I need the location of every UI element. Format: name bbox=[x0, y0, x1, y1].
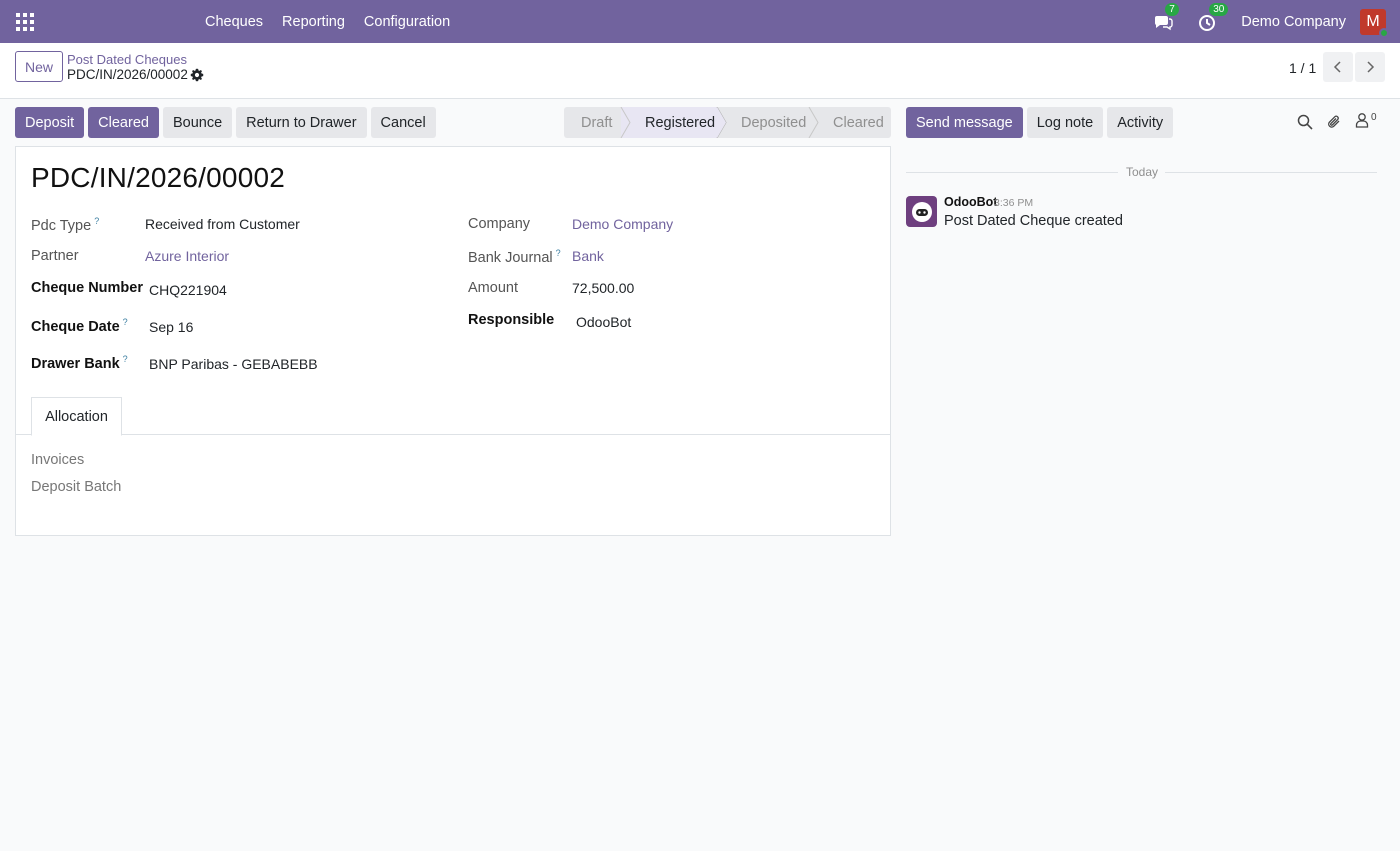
responsible-field[interactable]: OdooBot bbox=[576, 314, 631, 330]
activity-menu[interactable]: 30 bbox=[1197, 2, 1229, 32]
cheque-number-label: Cheque Number bbox=[31, 280, 143, 296]
cleared-button[interactable]: Cleared bbox=[88, 107, 159, 138]
avatar-letter: M bbox=[1366, 12, 1380, 30]
drawer-bank-field[interactable]: BNP Paribas - GEBABEBB bbox=[149, 356, 318, 372]
messaging-menu[interactable]: 7 bbox=[1153, 2, 1179, 32]
online-status-dot bbox=[1379, 27, 1389, 38]
send-message-button[interactable]: Send message bbox=[906, 107, 1023, 138]
pdc-type-field[interactable]: Received from Customer bbox=[145, 216, 300, 232]
status-arrows bbox=[620, 107, 819, 138]
responsible-label: Responsible bbox=[468, 312, 555, 328]
bounce-button[interactable]: Bounce bbox=[162, 107, 233, 138]
drawer-bank-label-text: Drawer Bank bbox=[31, 355, 120, 372]
menu-cheques[interactable]: Cheques bbox=[205, 14, 263, 30]
bank-journal-label: Bank Journal? bbox=[468, 248, 561, 266]
pdc-type-label-text: Pdc Type bbox=[31, 217, 92, 234]
chevron-right-icon bbox=[1367, 61, 1375, 73]
paperclip-icon[interactable] bbox=[1326, 114, 1342, 130]
robot-icon bbox=[911, 201, 932, 222]
amount-field[interactable]: 72,500.00 bbox=[572, 280, 634, 296]
menu-reporting[interactable]: Reporting bbox=[282, 14, 345, 30]
activity-button[interactable]: Activity bbox=[1107, 107, 1174, 138]
search-icon[interactable] bbox=[1297, 114, 1313, 130]
pager-previous-button[interactable] bbox=[1323, 52, 1353, 82]
breadcrumb-current-record: PDC/IN/2026/00002 bbox=[67, 67, 188, 82]
help-tooltip-icon[interactable]: ? bbox=[556, 248, 561, 258]
partner-field[interactable]: Azure Interior bbox=[145, 248, 229, 264]
invoices-label: Invoices bbox=[31, 452, 85, 468]
chatter-topbar: Send message Log note Activity bbox=[906, 107, 1177, 138]
followers-count: 0 bbox=[1371, 112, 1377, 123]
notebook-tabs: Allocation bbox=[16, 397, 890, 436]
odoobot-avatar bbox=[906, 196, 937, 227]
amount-label: Amount bbox=[468, 280, 518, 296]
form-sheet: PDC/IN/2026/00002 Pdc Type? Received fro… bbox=[15, 146, 891, 536]
deposit-batch-label: Deposit Batch bbox=[31, 479, 122, 495]
new-button[interactable]: New bbox=[15, 51, 63, 82]
pdc-type-label: Pdc Type? bbox=[31, 216, 99, 234]
message-author[interactable]: OdooBot bbox=[944, 195, 997, 209]
deposit-button[interactable]: Deposit bbox=[15, 107, 85, 138]
form-action-buttons: Deposit Cleared Bounce Return to Drawer … bbox=[15, 107, 440, 138]
menu-configuration[interactable]: Configuration bbox=[364, 14, 450, 30]
messages-count-badge: 7 bbox=[1165, 2, 1179, 16]
main-navbar: Cheques Reporting Configuration 7 30 Dem… bbox=[0, 0, 1400, 43]
cheque-date-label: Cheque Date? bbox=[31, 317, 128, 335]
systray: 7 30 Demo Company M bbox=[1153, 0, 1400, 43]
pager-next-button[interactable] bbox=[1355, 52, 1385, 82]
cheque-number-field[interactable]: CHQ221904 bbox=[149, 282, 227, 298]
main-menu: Cheques Reporting Configuration bbox=[205, 0, 469, 43]
control-panel: New Post Dated Cheques PDC/IN/2026/00002… bbox=[0, 43, 1400, 99]
followers-button[interactable]: 0 bbox=[1355, 112, 1377, 128]
log-note-button[interactable]: Log note bbox=[1026, 107, 1104, 138]
partner-label: Partner bbox=[31, 248, 79, 264]
user-icon bbox=[1355, 113, 1369, 128]
drawer-bank-label: Drawer Bank? bbox=[31, 354, 128, 372]
record-title: PDC/IN/2026/00002 bbox=[31, 162, 286, 193]
message-time: 3:36 PM bbox=[994, 197, 1034, 209]
day-divider-left bbox=[906, 172, 1118, 173]
gear-icon[interactable] bbox=[190, 68, 204, 82]
help-tooltip-icon[interactable]: ? bbox=[123, 354, 128, 364]
return-to-drawer-button[interactable]: Return to Drawer bbox=[236, 107, 367, 138]
message-body: Post Dated Cheque created bbox=[944, 213, 1123, 229]
activities-count-badge: 30 bbox=[1209, 2, 1229, 16]
cheque-date-field[interactable]: Sep 16 bbox=[149, 319, 193, 335]
cheque-date-label-text: Cheque Date bbox=[31, 318, 120, 335]
company-switcher[interactable]: Demo Company bbox=[1241, 14, 1346, 30]
bank-journal-field[interactable]: Bank bbox=[572, 248, 604, 264]
bank-journal-label-text: Bank Journal bbox=[468, 249, 553, 266]
chevron-left-icon bbox=[1333, 61, 1341, 73]
apps-menu-icon[interactable] bbox=[16, 13, 34, 31]
user-avatar[interactable]: M bbox=[1360, 8, 1389, 38]
company-field[interactable]: Demo Company bbox=[572, 216, 673, 232]
day-separator: Today bbox=[1126, 165, 1159, 179]
help-tooltip-icon[interactable]: ? bbox=[94, 216, 99, 226]
day-divider-right bbox=[1165, 172, 1377, 173]
help-tooltip-icon[interactable]: ? bbox=[123, 317, 128, 327]
tab-allocation[interactable]: Allocation bbox=[31, 397, 122, 436]
breadcrumb-post-dated-cheques[interactable]: Post Dated Cheques bbox=[67, 52, 187, 67]
cancel-button[interactable]: Cancel bbox=[370, 107, 436, 138]
company-label: Company bbox=[468, 216, 531, 232]
pager-value[interactable]: 1 / 1 bbox=[1289, 60, 1316, 76]
